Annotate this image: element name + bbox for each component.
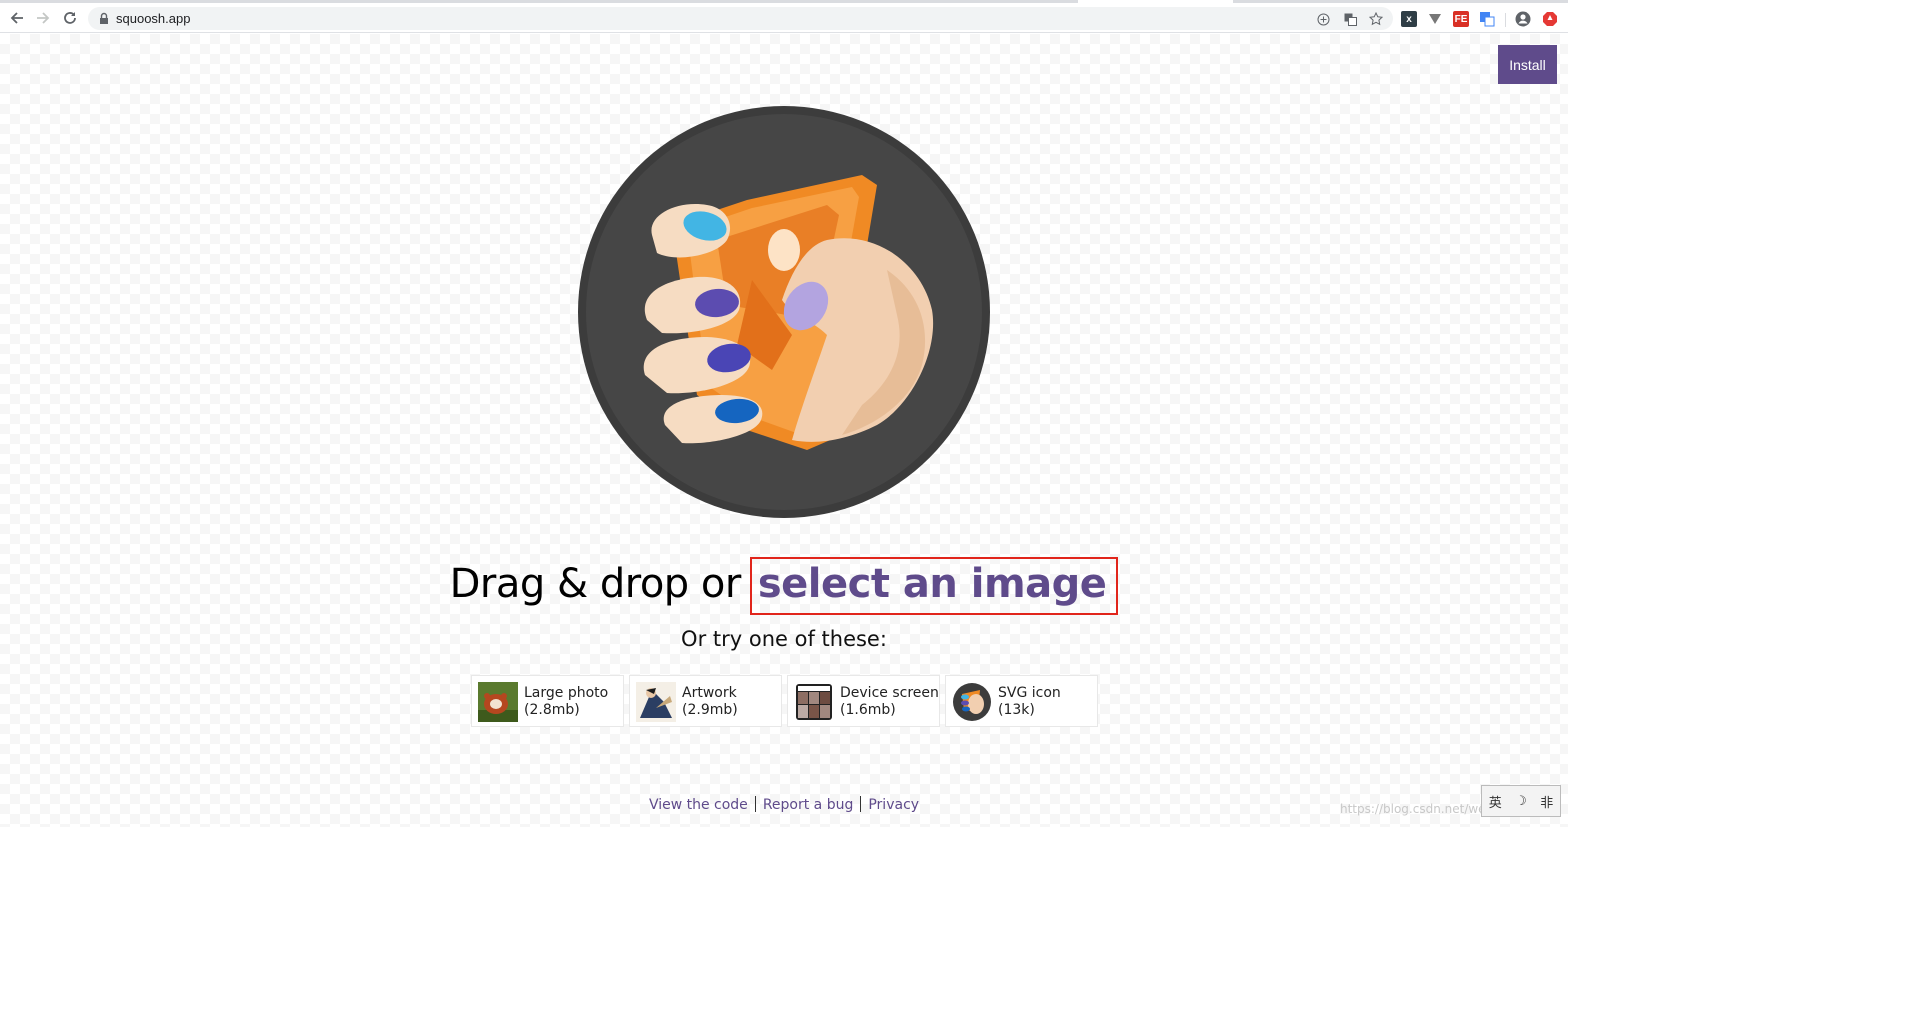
demo-label: Large photo (2.8mb) — [524, 685, 609, 718]
extension-x-icon[interactable]: x — [1401, 11, 1417, 27]
demo-large-photo[interactable]: Large photo (2.8mb) — [471, 675, 624, 727]
add-tab-circle-icon[interactable] — [1315, 11, 1331, 27]
red-panda-thumbnail-icon — [478, 682, 518, 722]
drag-drop-text: Drag & drop or — [449, 561, 742, 607]
address-bar[interactable]: squoosh.app — [88, 7, 1393, 30]
footer-divider — [754, 796, 756, 812]
demo-artwork[interactable]: Artwork (2.9mb) — [629, 675, 782, 727]
toolbar-divider — [1505, 13, 1506, 27]
artwork-thumbnail-icon — [636, 682, 676, 722]
extension-fe-icon[interactable]: FE — [1453, 11, 1469, 27]
page-content: Install Drag & drop or select an image Or… — [0, 34, 1568, 827]
footer-links: View the code Report a bug Privacy — [0, 796, 1568, 813]
bookmark-star-icon[interactable] — [1368, 11, 1384, 27]
demo-label: SVG icon (13k) — [998, 685, 1061, 718]
try-demos-label: Or try one of these: — [681, 627, 887, 651]
extension-adblock-icon[interactable] — [1542, 11, 1558, 27]
demo-label: Device screen (1.6mb) — [840, 685, 939, 718]
view-code-link[interactable]: View the code — [649, 797, 748, 813]
profile-avatar-icon[interactable] — [1515, 11, 1531, 27]
install-button[interactable]: Install — [1498, 45, 1557, 84]
device-screen-thumbnail-icon — [794, 682, 834, 722]
ime-status-widget[interactable]: 英 ☽ 非 — [1481, 785, 1561, 817]
translate-icon[interactable] — [1342, 11, 1358, 27]
url-text: squoosh.app — [116, 11, 191, 26]
ime-mode-label: 英 — [1488, 795, 1502, 811]
report-bug-link[interactable]: Report a bug — [763, 797, 854, 813]
squoosh-logo-icon — [578, 106, 990, 518]
select-image-link[interactable]: select an image — [749, 557, 1119, 615]
footer-divider — [860, 796, 862, 812]
lock-icon — [100, 12, 108, 24]
extension-v-icon[interactable] — [1427, 11, 1443, 27]
demo-device-screen[interactable]: Device screen (1.6mb) — [787, 675, 940, 727]
demo-svg-icon[interactable]: SVG icon (13k) — [945, 675, 1098, 727]
browser-toolbar: squoosh.app x FE — [0, 3, 1568, 33]
drop-headline: Drag & drop or select an image — [0, 557, 1568, 615]
ime-option-label: 非 — [1540, 795, 1554, 811]
back-arrow-icon[interactable] — [8, 9, 26, 27]
forward-arrow-icon[interactable] — [34, 9, 52, 27]
reload-icon[interactable] — [61, 9, 79, 27]
svg-icon-thumbnail-icon — [952, 682, 992, 722]
demo-list: Large photo (2.8mb) Artwork (2.9mb) Device… — [471, 675, 1099, 727]
demo-label: Artwork (2.9mb) — [682, 685, 738, 718]
privacy-link[interactable]: Privacy — [868, 797, 919, 813]
extension-translate-icon[interactable] — [1479, 11, 1495, 27]
ime-moon-icon: ☽ — [1515, 793, 1527, 809]
